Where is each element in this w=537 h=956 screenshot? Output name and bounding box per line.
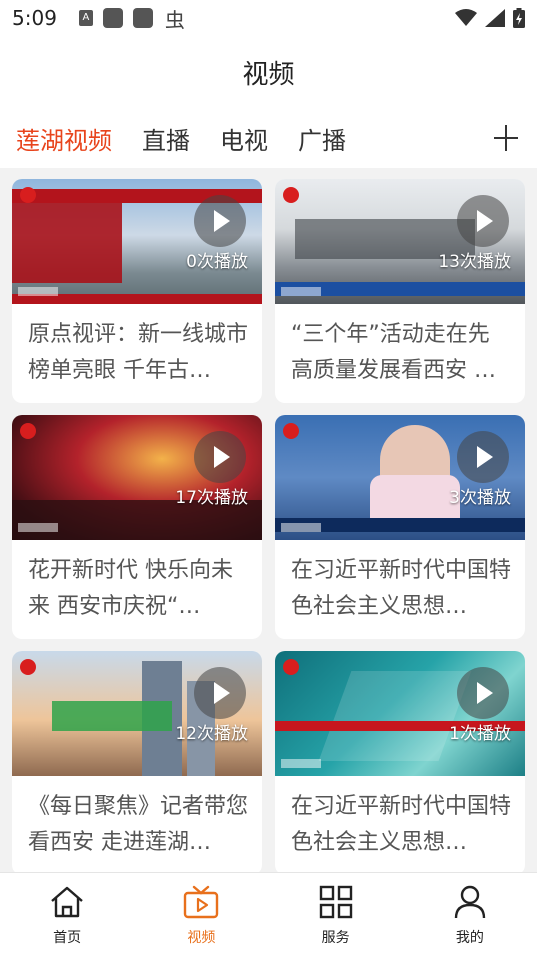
- bottom-nav: 首页 视频 服务 我的: [0, 872, 537, 956]
- video-grid: 0次播放 原点视评：新一线城市榜单亮眼 千年古… 13次播放 “三个年”活动走在…: [12, 179, 525, 872]
- play-button-icon[interactable]: [457, 195, 509, 247]
- wifi-icon: [455, 9, 477, 26]
- video-thumbnail: 17次播放: [12, 415, 262, 540]
- play-count: 0次播放: [186, 252, 248, 272]
- plus-icon[interactable]: [491, 118, 521, 158]
- video-title: 《每日聚焦》记者带您看西安 走进莲湖…: [28, 794, 249, 855]
- battery-icon: [513, 8, 525, 28]
- play-count: 13次播放: [438, 252, 511, 272]
- signal-icon: [485, 9, 505, 27]
- user-icon: [454, 885, 486, 919]
- nav-home-label: 首页: [53, 930, 82, 946]
- play-button-icon[interactable]: [194, 195, 246, 247]
- video-card[interactable]: 0次播放 原点视评：新一线城市榜单亮眼 千年古…: [12, 179, 262, 403]
- video-title: 原点视评：新一线城市榜单亮眼 千年古…: [28, 322, 249, 383]
- debug-app-icon: 虫: [164, 7, 185, 32]
- nav-video[interactable]: 视频: [134, 873, 268, 956]
- station-logo: [20, 659, 36, 675]
- status-time: 5:09: [12, 6, 57, 30]
- video-card[interactable]: 3次播放 在习近平新时代中国特色社会主义思想…: [275, 415, 525, 639]
- nav-profile[interactable]: 我的: [403, 873, 537, 956]
- video-thumbnail: 0次播放: [12, 179, 262, 304]
- station-logo: [283, 187, 299, 203]
- play-button-icon[interactable]: [194, 431, 246, 483]
- channel-tabs: 莲湖视频 直播 电视 广播: [0, 108, 537, 168]
- app-icon: [102, 8, 123, 28]
- status-bar: 5:09 A 虫: [0, 0, 537, 36]
- play-button-icon[interactable]: [457, 431, 509, 483]
- home-icon: [51, 886, 83, 918]
- video-date: [281, 759, 321, 768]
- tab-tv[interactable]: 电视: [220, 121, 268, 156]
- play-count: 12次播放: [175, 724, 248, 744]
- video-title: 在习近平新时代中国特色社会主义思想…: [291, 794, 512, 855]
- app-icon-2: [132, 8, 153, 28]
- play-button-icon[interactable]: [457, 667, 509, 719]
- nav-service-label: 服务: [321, 930, 350, 946]
- page-title: 视频: [242, 59, 295, 90]
- station-logo: [283, 659, 299, 675]
- station-logo: [20, 423, 36, 439]
- video-card[interactable]: 17次播放 花开新时代 快乐向未来 西安市庆祝“…: [12, 415, 262, 639]
- video-thumbnail: 12次播放: [12, 651, 262, 776]
- play-button-icon[interactable]: [194, 667, 246, 719]
- video-card[interactable]: 12次播放 《每日聚焦》记者带您看西安 走进莲湖…: [12, 651, 262, 872]
- station-logo: [20, 187, 36, 203]
- video-title: 花开新时代 快乐向未来 西安市庆祝“…: [28, 558, 233, 619]
- tab-radio[interactable]: 广播: [298, 121, 346, 156]
- video-date: [281, 523, 321, 532]
- app-header: 视频: [0, 36, 537, 108]
- video-card[interactable]: 1次播放 在习近平新时代中国特色社会主义思想…: [275, 651, 525, 872]
- video-date: [281, 287, 321, 296]
- play-count: 17次播放: [175, 488, 248, 508]
- video-icon: [184, 885, 219, 919]
- video-card[interactable]: 13次播放 “三个年”活动走在先 高质量发展看西安 …: [275, 179, 525, 403]
- grid-icon: [319, 885, 352, 919]
- play-count: 3次播放: [449, 488, 511, 508]
- tab-live[interactable]: 直播: [142, 121, 190, 156]
- video-date: [18, 523, 58, 532]
- video-thumbnail: 13次播放: [275, 179, 525, 304]
- nav-service[interactable]: 服务: [269, 873, 403, 956]
- nav-home[interactable]: 首页: [0, 873, 134, 956]
- video-thumbnail: 1次播放: [275, 651, 525, 776]
- station-logo: [283, 423, 299, 439]
- nav-video-label: 视频: [187, 930, 216, 946]
- video-date: [18, 287, 58, 296]
- app-a-icon: A: [78, 10, 93, 26]
- video-title: “三个年”活动走在先 高质量发展看西安 …: [291, 322, 496, 383]
- video-title: 在习近平新时代中国特色社会主义思想…: [291, 558, 512, 619]
- video-thumbnail: 3次播放: [275, 415, 525, 540]
- tab-lianhu-video[interactable]: 莲湖视频: [16, 121, 112, 156]
- nav-profile-label: 我的: [455, 930, 484, 946]
- play-count: 1次播放: [449, 724, 511, 744]
